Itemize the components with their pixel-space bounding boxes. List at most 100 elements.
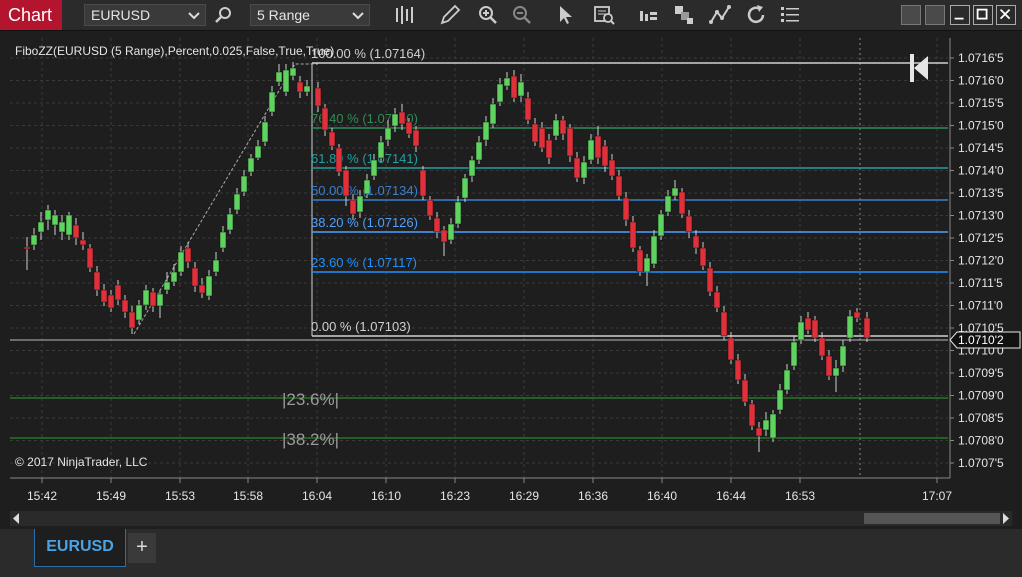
candlestick <box>461 174 469 202</box>
candle-body <box>454 201 462 225</box>
candle-body <box>142 289 150 306</box>
candle-body <box>37 221 45 233</box>
candlestick <box>86 244 94 272</box>
candle-body <box>559 119 567 135</box>
candle-body <box>44 209 52 221</box>
candle-body <box>261 121 269 143</box>
candle-body <box>615 175 623 197</box>
candle-body <box>755 427 763 437</box>
candle-body <box>303 85 311 93</box>
candle-body <box>58 221 66 233</box>
candle-body <box>247 157 255 173</box>
candlestick <box>748 400 756 430</box>
fib-extension-label: |23.6%| <box>282 390 339 409</box>
candle-body <box>156 293 164 307</box>
price-tick-label: 1.0712'0 <box>958 254 1004 268</box>
time-tick-label: 15:53 <box>165 489 195 503</box>
candle-body <box>100 289 108 303</box>
candle-body <box>566 127 574 157</box>
scrollbar-thumb[interactable] <box>864 513 1000 524</box>
candle-body <box>552 119 560 137</box>
candlestick <box>335 144 343 176</box>
add-tab-button[interactable]: + <box>128 533 156 563</box>
indicator-label: FiboZZ(EURUSD (5 Range),Percent,0.025,Fa… <box>15 44 335 58</box>
candle-body <box>832 367 840 377</box>
price-tick-label: 1.0709'5 <box>958 366 1004 380</box>
candle-body <box>636 249 644 273</box>
candlestick <box>678 188 686 218</box>
candle-body <box>706 267 714 293</box>
candle-body <box>219 231 227 249</box>
copyright-text: © 2017 NinjaTrader, LLC <box>15 455 148 469</box>
candle-body <box>825 355 833 377</box>
candle-body <box>797 321 805 341</box>
candle-body <box>198 284 206 294</box>
candle-body <box>51 214 59 226</box>
candle-body <box>727 337 735 361</box>
candle-body <box>128 311 136 329</box>
time-tick-label: 16:44 <box>716 489 746 503</box>
candle-body <box>461 177 469 199</box>
candle-body <box>783 369 791 391</box>
candlestick <box>657 210 665 240</box>
price-tick-label: 1.0708'5 <box>958 411 1004 425</box>
candle-body <box>713 291 721 309</box>
candle-body <box>720 311 728 337</box>
candle-body <box>254 145 262 159</box>
candle-body <box>184 247 192 263</box>
candle-body <box>475 141 483 161</box>
candle-body <box>622 197 630 221</box>
candle-body <box>377 141 385 159</box>
candle-body <box>776 389 784 411</box>
candle-body <box>643 257 651 273</box>
price-tick-label: 1.0715'0 <box>958 119 1004 133</box>
candle-body <box>356 195 364 213</box>
candle-body <box>863 317 871 339</box>
candle-body <box>741 379 749 403</box>
candle-body <box>685 215 693 233</box>
time-tick-label: 16:04 <box>302 489 332 503</box>
candle-body <box>342 169 350 197</box>
candle-body <box>233 193 241 211</box>
candle-body <box>594 135 602 159</box>
candle-body <box>79 239 87 246</box>
horizontal-scrollbar[interactable] <box>10 511 1012 526</box>
candle-body <box>93 271 101 291</box>
candlestick <box>811 316 819 342</box>
candle-body <box>433 217 441 233</box>
price-tick-label: 1.0716'5 <box>958 51 1004 65</box>
candle-body <box>811 319 819 339</box>
candle-body <box>321 107 329 131</box>
price-tick-label: 1.0713'5 <box>958 186 1004 200</box>
time-tick-label: 16:53 <box>785 489 815 503</box>
time-tick-label: 15:49 <box>96 489 126 503</box>
candle-body <box>580 161 588 179</box>
candle-body <box>191 267 199 287</box>
candle-body <box>335 147 343 173</box>
candle-body <box>853 311 861 319</box>
candle-body <box>275 71 283 83</box>
candle-body <box>804 317 812 331</box>
candle-body <box>447 223 455 241</box>
candle-body <box>212 259 220 273</box>
candle-body <box>482 121 490 141</box>
price-tick-label: 1.0712'5 <box>958 231 1004 245</box>
candle-body <box>608 159 616 177</box>
price-tick-label: 1.0711'5 <box>958 276 1003 290</box>
candle-body <box>289 67 297 77</box>
candle-body <box>762 419 770 431</box>
candle-body <box>177 251 185 273</box>
candlestick <box>419 166 427 200</box>
time-tick-label: 16:29 <box>509 489 539 503</box>
time-tick-label: 16:23 <box>440 489 470 503</box>
tab-eurusd[interactable]: EURUSD <box>34 529 126 567</box>
candle-body <box>23 246 31 250</box>
candle-body <box>135 304 143 321</box>
candle-body <box>839 345 847 367</box>
price-chart[interactable]: |23.6%||38.2%| 100.00 % (1.07164)76.40 %… <box>0 0 1022 530</box>
candle-body <box>489 103 497 125</box>
candle-body <box>86 247 94 269</box>
candle-body <box>503 77 511 87</box>
candle-body <box>545 139 553 159</box>
candle-body <box>748 403 756 427</box>
